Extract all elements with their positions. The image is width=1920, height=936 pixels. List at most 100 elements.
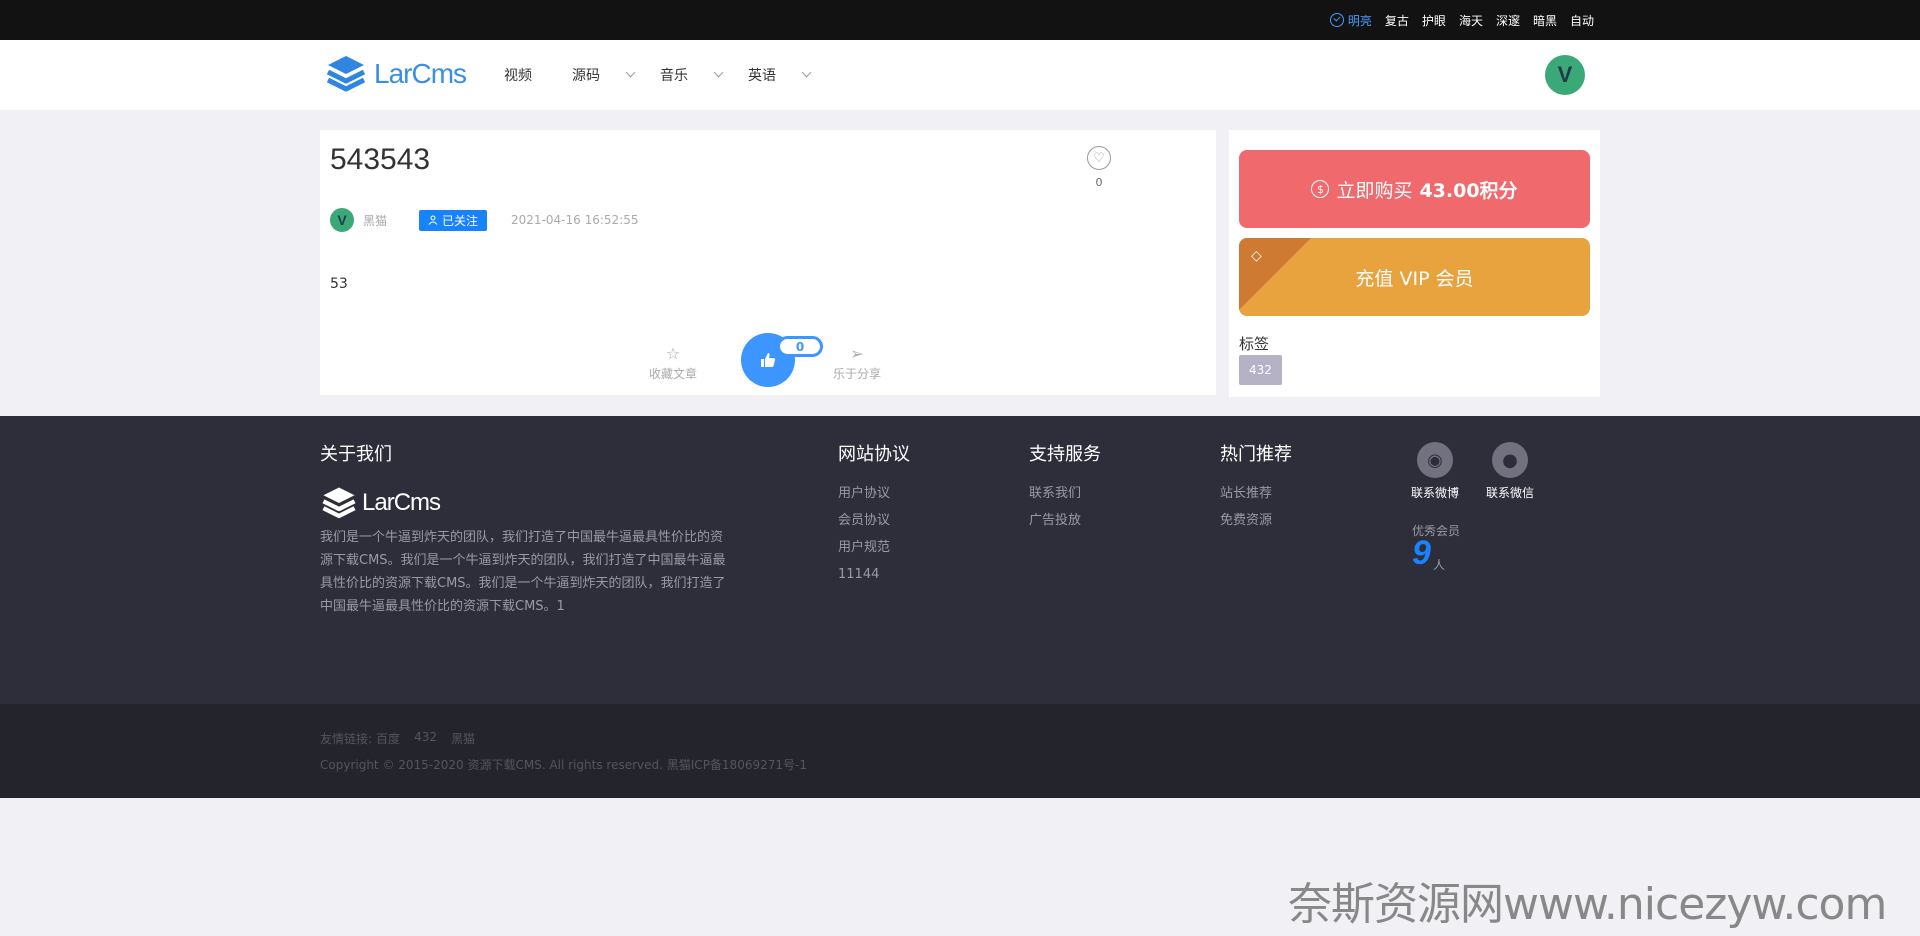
article-title: 543543 [330,143,431,176]
buy-now-button[interactable]: $ 立即购买 43.00积分 [1239,150,1590,228]
site-logo[interactable]: LarCms [324,52,467,96]
vip-label: 充值 VIP 会员 [1355,267,1474,290]
chevron-down-icon [801,67,812,77]
footer-link[interactable]: 用户协议 [838,480,910,507]
theme-option-dark[interactable]: 暗黑 [1533,12,1557,29]
friend-link[interactable]: 黑猫 [451,730,475,747]
favorite-count: 0 [1095,176,1103,189]
chevron-down-icon [625,67,636,77]
follow-button[interactable]: 已关注 [419,209,488,231]
chevron-down-icon [713,67,724,77]
site-header: LarCms 视频 源码 音乐 英语 V [0,40,1920,110]
footer-link[interactable]: 广告投放 [1029,507,1101,534]
friend-link[interactable]: 432 [414,730,437,747]
footer-link[interactable]: 用户规范 [838,534,910,561]
footer-about-desc: 我们是一个牛逼到炸天的团队，我们打造了中国最牛逼最具性价比的资源下载CMS。我们… [320,530,726,614]
nav-item-source[interactable]: 源码 [572,65,660,85]
collect-button[interactable]: ☆ 收藏文章 [648,346,698,382]
wechat-icon: ● [1492,442,1528,478]
theme-label: 海天 [1458,13,1483,28]
footer-col-title: 热门推荐 [1220,444,1292,465]
logo-text: LarCms [374,58,467,89]
footer-link[interactable]: 免费资源 [1220,507,1292,534]
theme-option-auto[interactable]: 自动 [1570,12,1594,29]
footer-link[interactable]: 联系我们 [1029,480,1101,507]
like-count: 0 [777,336,823,357]
footer-link[interactable]: 11144 [838,561,910,588]
theme-label: 明亮 [1347,13,1372,28]
footer-link[interactable]: 会员协议 [838,507,910,534]
follow-label: 已关注 [442,213,479,228]
thumbs-up-icon [761,353,776,367]
favorite-widget[interactable]: ♡ 0 [1084,146,1114,189]
nav-item-english[interactable]: 英语 [748,65,828,85]
author-avatar[interactable]: V [330,208,354,232]
footer-about: 关于我们 LarCms 我们是一个牛逼到炸天的团队，我们打造了中国最牛逼最具性价… [320,440,730,618]
theme-option-ocean[interactable]: 海天 [1459,12,1483,29]
heart-icon[interactable]: ♡ [1087,146,1111,170]
buy-points: 43.00积分 [1419,179,1518,202]
purchase-sidebar: $ 立即购买 43.00积分 ◇ 充值 VIP 会员 标签 432 [1229,130,1600,397]
main-nav: 视频 源码 音乐 英语 [504,40,828,110]
theme-option-retro[interactable]: 复古 [1385,12,1409,29]
author-name[interactable]: 黑猫 [363,212,387,229]
footer-about-title: 关于我们 [320,444,392,465]
nav-label: 音乐 [660,68,688,84]
user-avatar[interactable]: V [1545,55,1585,95]
watermark-text: 奈斯资源网www.nicezyw.com [1288,879,1887,930]
article-body: 53 [330,276,348,292]
coin-icon: $ [1311,180,1330,198]
contact-wechat[interactable]: ● 联系微信 [1480,442,1540,501]
theme-label: 深邃 [1495,13,1520,28]
contact-weibo[interactable]: ◉ 联系微博 [1405,442,1465,501]
send-icon: ➢ [850,344,864,363]
layers-logo-icon [326,56,366,92]
theme-switcher: 明亮 复古 护眼 海天 深邃 暗黑 自动 [1329,0,1594,40]
vip-corner-ribbon [1239,238,1311,310]
copyright: Copyright © 2015-2020 资源下载CMS. All right… [320,758,807,772]
weibo-icon: ◉ [1417,442,1453,478]
footer-logo[interactable]: LarCms [320,484,730,522]
footer-col-agreements: 网站协议 用户协议 会员协议 用户规范 11144 [838,440,910,588]
footer-col-title: 支持服务 [1029,444,1101,465]
layers-logo-icon [322,487,356,519]
theme-bar: 明亮 复古 护眼 海天 深邃 暗黑 自动 [0,0,1920,40]
friend-links: 友情链接: 百度 432 黑猫 [320,730,475,747]
theme-label: 暗黑 [1532,13,1557,28]
contact-weibo-label: 联系微博 [1410,486,1459,500]
article-card: 543543 ♡ 0 V 黑猫 已关注 2021-04-16 16:52:55 … [320,130,1216,395]
share-button[interactable]: ➢ 乐于分享 [832,346,882,382]
friend-links-label: 友情链接: [320,732,373,746]
theme-option-bright[interactable]: 明亮 [1329,12,1372,29]
tag-chip[interactable]: 432 [1239,355,1282,385]
theme-label: 护眼 [1421,13,1446,28]
theme-option-deep[interactable]: 深邃 [1496,12,1520,29]
theme-label: 复古 [1384,13,1409,28]
nav-label: 源码 [572,68,600,84]
site-footer: 关于我们 LarCms 我们是一个牛逼到炸天的团队，我们打造了中国最牛逼最具性价… [0,416,1920,704]
star-icon: ☆ [665,344,681,363]
article-meta: V 黑猫 已关注 2021-04-16 16:52:55 [330,208,638,232]
article-actions: ☆ 收藏文章 0 ➢ 乐于分享 [320,333,1216,393]
vip-members-count: 9 [1412,534,1431,572]
nav-item-music[interactable]: 音乐 [660,65,748,85]
vip-recharge-button[interactable]: ◇ 充值 VIP 会员 [1239,238,1590,316]
nav-item-video[interactable]: 视频 [504,65,572,85]
footer-logo-text: LarCms [362,489,441,516]
nav-label: 英语 [748,68,776,84]
collect-label: 收藏文章 [648,367,697,381]
footer-col-hot: 热门推荐 站长推荐 免费资源 [1220,440,1292,534]
contact-wechat-label: 联系微信 [1485,486,1534,500]
diamond-icon: ◇ [1251,248,1262,264]
publish-time: 2021-04-16 16:52:55 [511,213,639,227]
theme-option-eyecare[interactable]: 护眼 [1422,12,1446,29]
nav-label: 视频 [504,68,532,84]
vip-members-unit: 人 [1433,558,1446,572]
user-icon [428,215,438,225]
friend-link[interactable]: 百度 [376,730,400,747]
tags-title: 标签 [1239,335,1270,353]
footer-col-title: 网站协议 [838,444,910,465]
buy-label: 立即购买 [1336,179,1413,202]
check-circle-icon [1329,13,1344,27]
footer-link[interactable]: 站长推荐 [1220,480,1292,507]
